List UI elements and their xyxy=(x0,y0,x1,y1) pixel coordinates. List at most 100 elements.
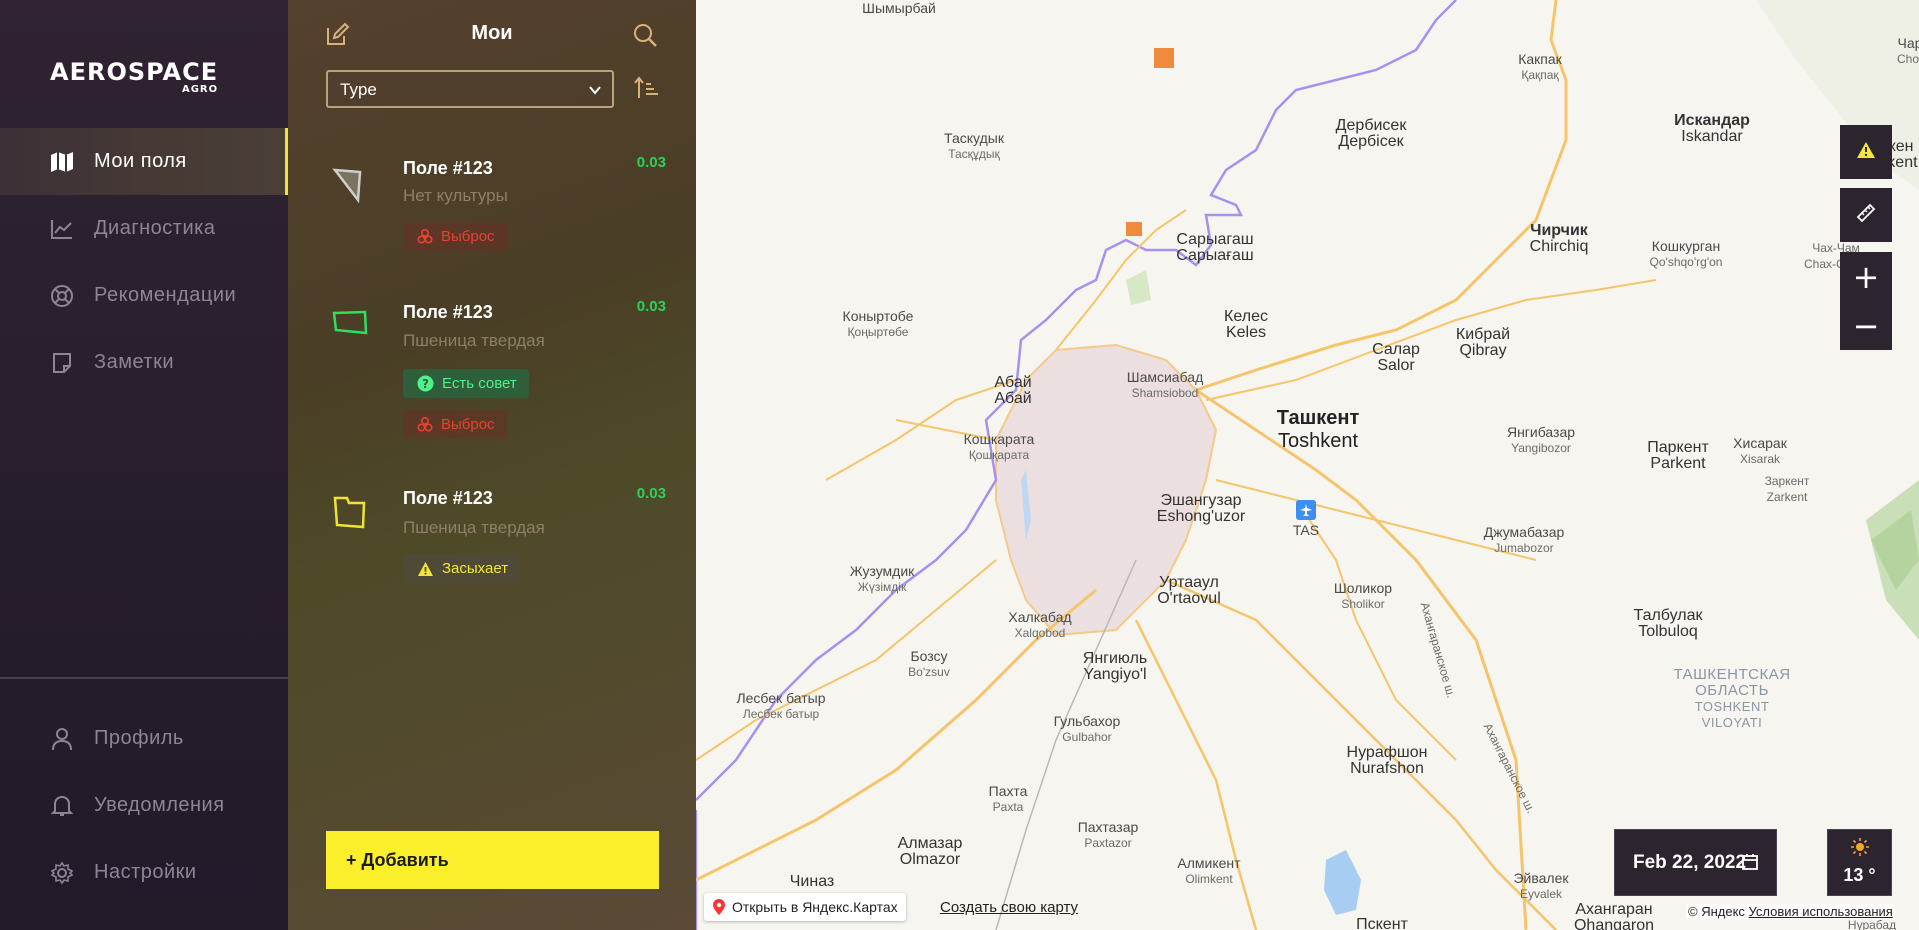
map-label: Жузумдик Жүзімдік xyxy=(850,563,915,595)
status-badge-label: Выброс xyxy=(441,416,495,433)
gear-icon xyxy=(50,861,74,885)
map-label-text: Қақпақ xyxy=(1521,68,1559,82)
open-yandex-maps-link[interactable]: Открыть в Яндекс.Картах xyxy=(704,893,906,921)
map-label-text: Qibray xyxy=(1459,342,1507,359)
map-label-text: Сарыагаш xyxy=(1176,231,1254,248)
brand-logo[interactable]: AEROSPACE AGRO xyxy=(50,60,218,95)
map-label-text: Tolbuloq xyxy=(1638,623,1698,640)
map-label-text: Дербисек xyxy=(1335,117,1407,134)
map-view[interactable]: Шымырбай Какпак Қақпақ Дербисек Дербісек И… xyxy=(696,0,1919,930)
map-label-text: Пахтазар xyxy=(1077,819,1139,835)
add-field-button[interactable]: + Добавить xyxy=(326,831,659,889)
sidebar-item-diagnostics[interactable]: Диагностика xyxy=(0,195,288,262)
temperature-value: 13 ° xyxy=(1843,865,1876,885)
map-label: Лесбек батыр Лесбек батыр xyxy=(736,690,825,722)
brand-sub: AGRO xyxy=(181,84,219,95)
field-shape-icon xyxy=(332,168,362,204)
map-label-text: Абай xyxy=(994,374,1032,391)
map-label-text: Гульбахор xyxy=(1053,713,1121,729)
map-label-text: TAS xyxy=(1292,522,1320,538)
zoom-in-button[interactable]: + xyxy=(1840,252,1892,301)
map-label: Келес Keles xyxy=(1224,309,1268,341)
map-label-text: Янгиюль xyxy=(1082,650,1148,667)
map-label-text: Искандар xyxy=(1674,112,1750,129)
sidebar-item-profile[interactable]: Профиль xyxy=(0,705,288,772)
map-label: Янгибазар Yangibozor xyxy=(1507,424,1575,456)
sidebar-item-label: Настройки xyxy=(94,861,197,883)
map-label-text: Nurafshon xyxy=(1350,760,1424,777)
map-label-text: Эйвалек xyxy=(1513,870,1569,886)
warning-icon xyxy=(417,561,434,577)
alerts-button[interactable] xyxy=(1840,125,1892,179)
status-badge-label: Выброс xyxy=(441,228,495,245)
map-label: Пскент xyxy=(1356,917,1408,930)
map-label-text: Ташкент xyxy=(1276,407,1360,429)
map-copyright: © Яндекс Условия использования xyxy=(1686,904,1895,919)
sun-icon xyxy=(1828,838,1891,861)
map-label-text: Алмазар xyxy=(897,835,963,852)
map-label-text: Чар xyxy=(1897,35,1919,51)
biohazard-icon xyxy=(417,228,433,245)
map-label-text: Хисарак xyxy=(1733,435,1787,451)
sort-icon[interactable] xyxy=(634,76,660,105)
map-label-text: Кошкурган xyxy=(1651,238,1721,254)
map-label-text: Таскудык xyxy=(944,130,1004,146)
map-label-text: Yangibozor xyxy=(1511,441,1571,455)
zoom-control: + − xyxy=(1840,252,1892,350)
status-badge: Выброс xyxy=(403,410,507,439)
warning-icon xyxy=(1856,141,1876,164)
type-select[interactable]: Type xyxy=(326,70,614,108)
map-label-text: Лесбек батыр xyxy=(742,707,820,721)
map-label: Ахангаран Ohangaron xyxy=(1574,902,1654,930)
map-label-text: Keles xyxy=(1225,324,1267,341)
date-value: Feb 22, 2022 xyxy=(1633,851,1747,873)
map-label: TAS xyxy=(1293,522,1319,538)
status-badge: Выброс xyxy=(403,222,507,251)
zoom-out-button[interactable]: − xyxy=(1840,301,1892,350)
sidebar-item-recommendations[interactable]: Рекомендации xyxy=(0,262,288,329)
map-label-text: Сарыағаш xyxy=(1176,247,1254,264)
map-label: Чирчик Chirchiq xyxy=(1530,223,1589,255)
map-label-text: TOSHKENT xyxy=(1694,699,1770,714)
map-label-text: Chor xyxy=(1896,52,1919,66)
map-icon xyxy=(50,150,74,174)
map-label-text: Toshkent xyxy=(1277,430,1359,452)
map-label-text: Салар xyxy=(1372,341,1420,358)
field-crop: Нет культуры xyxy=(403,186,508,205)
chevron-down-icon xyxy=(588,82,602,102)
map-label: Бозсу Bo'zsuv xyxy=(908,648,950,680)
map-label-text: Чиназ xyxy=(789,873,835,890)
app-root: AEROSPACE AGRO Мои поля Диагностика Реко… xyxy=(0,0,1919,930)
map-label-text: Sholikor xyxy=(1341,597,1385,611)
map-label-text: Кошкарата xyxy=(963,431,1035,447)
sidebar-item-notifications[interactable]: Уведомления xyxy=(0,772,288,839)
map-label: Шамсиабад Shamsiobod xyxy=(1127,369,1204,401)
weather-widget[interactable]: 13 ° xyxy=(1827,829,1892,896)
sidebar-item-notes[interactable]: Заметки xyxy=(0,329,288,396)
search-icon[interactable] xyxy=(632,22,658,48)
map-label: Нурафшон Nurafshon xyxy=(1347,745,1428,777)
map-label-text: Паркент xyxy=(1647,439,1709,456)
map-label-city: Ташкент Toshkent xyxy=(1277,407,1360,453)
map-label: Джумабазар Jumabozor xyxy=(1484,524,1565,556)
map-label-text: Талбулак xyxy=(1633,607,1703,624)
map-label-text: Лесбек батыр xyxy=(736,690,826,706)
ruler-icon xyxy=(1855,202,1877,229)
map-label: Гульбахор Gulbahor xyxy=(1054,713,1121,745)
sidebar: AEROSPACE AGRO Мои поля Диагностика Реко… xyxy=(0,0,288,930)
sidebar-item-settings[interactable]: Настройки xyxy=(0,839,288,906)
map-label-text: Бозсу xyxy=(910,648,948,664)
field-name: Поле #123 xyxy=(403,488,493,508)
map-label-text: Gulbahor xyxy=(1062,730,1112,744)
sidebar-item-my-fields[interactable]: Мои поля xyxy=(0,128,288,195)
map-label-text: Parkent xyxy=(1650,455,1706,472)
terms-link[interactable]: Условия использования xyxy=(1749,904,1893,919)
ruler-button[interactable] xyxy=(1840,188,1892,242)
map-label: Пахта Paxta xyxy=(989,783,1028,815)
create-map-link[interactable]: Создать свою карту xyxy=(940,899,1078,916)
map-label: Алмазар Olmazor xyxy=(898,836,963,868)
map-label-text: Шамсиабад xyxy=(1126,369,1204,385)
map-label: Абай Абай xyxy=(994,375,1031,407)
map-label-region: ТАШКЕНТСКАЯ ОБЛАСТЬ TOSHKENT VILOYATI xyxy=(1673,667,1790,731)
date-picker[interactable]: Feb 22, 2022 xyxy=(1614,829,1777,896)
